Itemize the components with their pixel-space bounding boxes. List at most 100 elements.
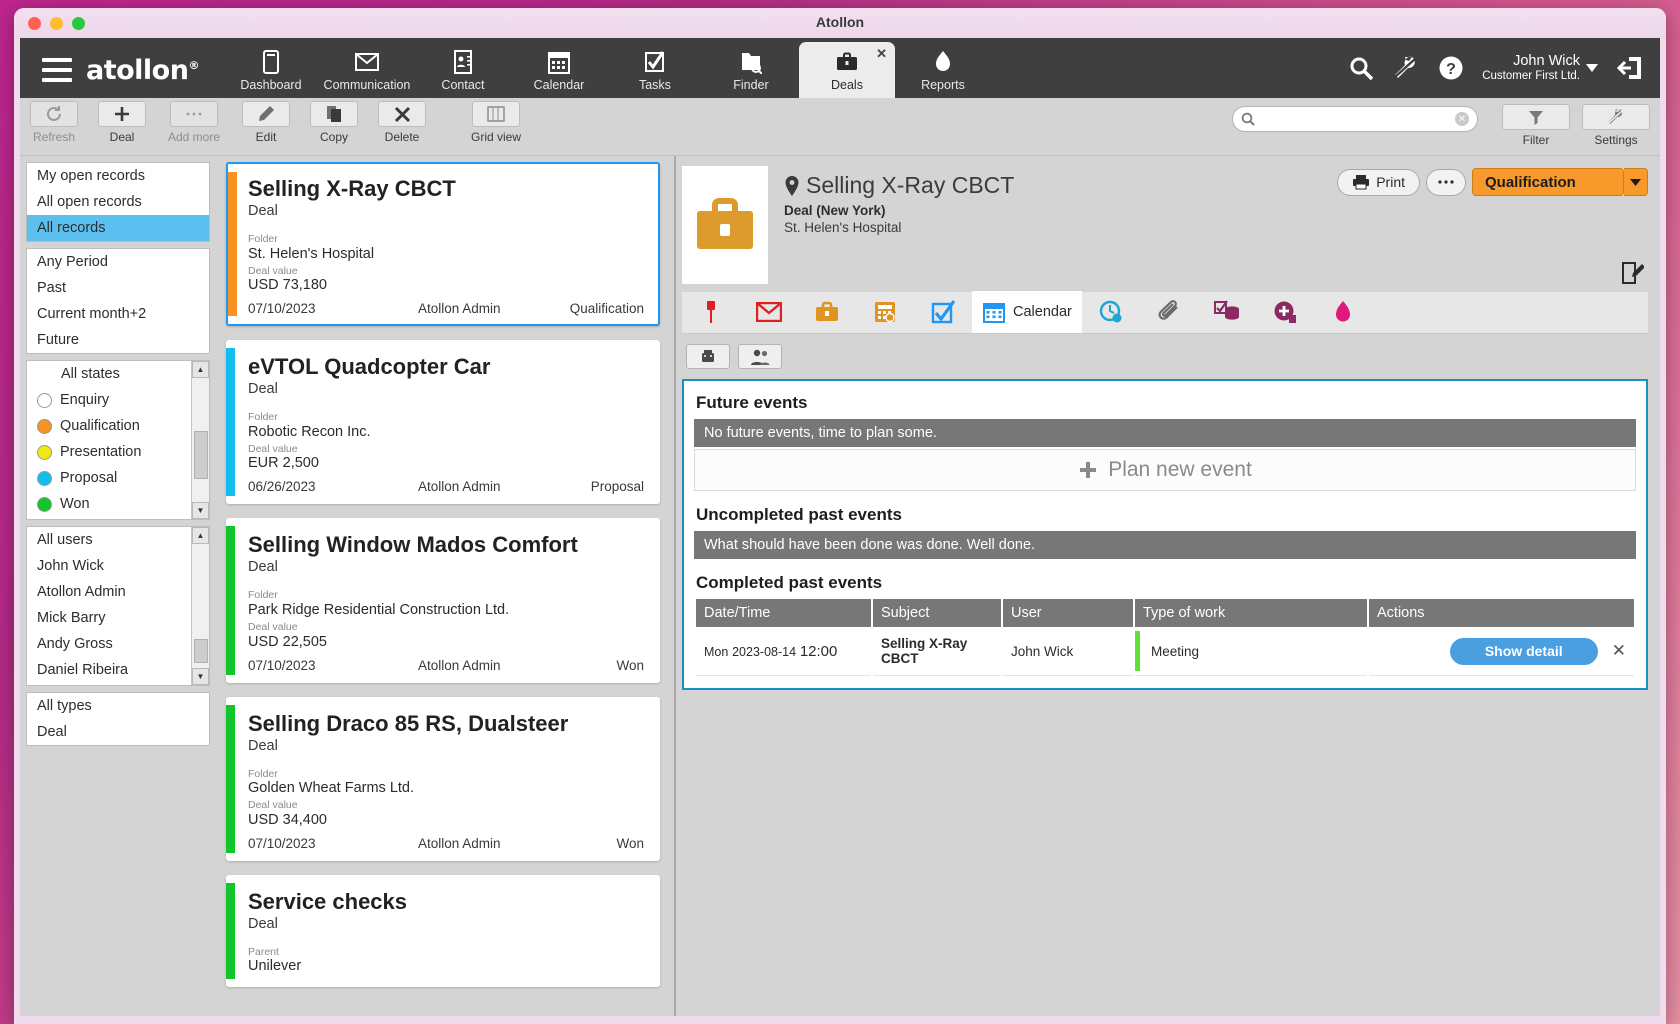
add-deal-button[interactable]: Deal [88, 98, 156, 144]
wrench-icon[interactable] [1392, 55, 1420, 81]
nav-tab-communication[interactable]: Communication [319, 40, 415, 98]
more-actions-button[interactable] [1426, 168, 1466, 196]
deal-card[interactable]: Selling X-Ray CBCT Deal Folder St. Helen… [226, 162, 660, 327]
nav-tab-dashboard[interactable]: Dashboard [223, 40, 319, 98]
scroll-down-arrow-icon[interactable]: ▼ [192, 502, 209, 519]
tab-attachments[interactable] [1140, 291, 1198, 333]
tab-notes[interactable] [682, 291, 740, 333]
column-header-type-of-work[interactable]: Type of work [1135, 599, 1367, 627]
deal-folder-label: Folder [248, 589, 278, 602]
app-logo: atollon® [86, 55, 199, 86]
nav-tab-calendar[interactable]: Calendar [511, 40, 607, 98]
clear-search-icon[interactable]: ✕ [1455, 112, 1469, 126]
nav-tab-reports[interactable]: Reports [895, 40, 991, 98]
filter-button[interactable]: Filter [1502, 101, 1570, 147]
edit-button[interactable]: Edit [232, 98, 300, 144]
table-row[interactable]: Mon 2023-08-14 12:00 Selling X-Ray CBCT … [696, 627, 1634, 676]
plan-new-event-button[interactable]: Plan new event [694, 449, 1636, 491]
column-header-subject[interactable]: Subject [873, 599, 1001, 627]
tab-invoicing[interactable] [856, 291, 914, 333]
sidebar-item-andy-gross[interactable]: Andy Gross [27, 631, 191, 657]
user-list-scrollbar[interactable]: ▲ ▼ [191, 527, 209, 685]
scrollbar-thumb[interactable] [194, 431, 208, 479]
remove-event-icon[interactable]: ✕ [1598, 641, 1626, 661]
user-name: John Wick [1513, 53, 1580, 70]
delete-button[interactable]: Delete [368, 98, 436, 144]
sidebar-item-atollon-admin[interactable]: Atollon Admin [27, 579, 191, 605]
tab-mail[interactable] [740, 291, 798, 333]
nav-tab-deals[interactable]: ✕ Deals [798, 42, 895, 98]
sidebar-item-won[interactable]: Won [27, 491, 191, 517]
sidebar-item-mick-barry[interactable]: Mick Barry [27, 605, 191, 631]
deal-card[interactable]: Service checks Deal Parent Unilever [226, 874, 660, 988]
deal-card[interactable]: Selling Window Mados Comfort Deal Folder… [226, 518, 660, 683]
refresh-button[interactable]: Refresh [20, 98, 88, 144]
deal-value-label: Deal value [248, 799, 298, 812]
column-header-actions[interactable]: Actions [1369, 599, 1634, 627]
help-icon[interactable]: ? [1438, 55, 1464, 81]
nav-tab-contact[interactable]: Contact [415, 40, 511, 98]
sidebar-item-all-records[interactable]: All records [27, 215, 209, 241]
sidebar-item-deal[interactable]: Deal [27, 719, 209, 745]
sidebar-item-all-open-records[interactable]: All open records [27, 189, 209, 215]
nav-tab-tasks[interactable]: Tasks [607, 40, 703, 98]
wrench-icon [1582, 104, 1650, 130]
tab-reports[interactable] [1198, 291, 1256, 333]
scrollbar-thumb[interactable] [194, 639, 208, 663]
sidebar-item-current-month-plus-2[interactable]: Current month+2 [27, 301, 209, 327]
tab-time-tracking[interactable] [1082, 291, 1140, 333]
tab-activity[interactable] [1314, 291, 1372, 333]
sidebar-item-presentation[interactable]: Presentation [27, 439, 191, 465]
attachment-icon [1157, 300, 1181, 324]
column-header-datetime[interactable]: Date/Time [696, 599, 871, 627]
deal-state-stripe [226, 348, 235, 497]
deal-card-list[interactable]: Selling X-Ray CBCT Deal Folder St. Helen… [216, 156, 676, 1016]
tab-add-record[interactable] [1256, 291, 1314, 333]
sidebar-item-enquiry[interactable]: Enquiry [27, 387, 191, 413]
deal-state: Qualification [569, 301, 644, 317]
copy-button[interactable]: Copy [300, 98, 368, 144]
add-more-button[interactable]: Add more [156, 98, 232, 144]
user-menu[interactable]: John Wick Customer First Ltd. [1482, 53, 1598, 83]
future-events-empty-message: No future events, time to plan some. [694, 419, 1636, 447]
deal-card[interactable]: Selling Draco 85 RS, Dualsteer Deal Fold… [226, 696, 660, 861]
scroll-down-arrow-icon[interactable]: ▼ [192, 668, 209, 685]
location-pin-icon [784, 175, 800, 196]
people-icon[interactable] [738, 344, 782, 369]
sidebar-item-john-wick[interactable]: John Wick [27, 553, 191, 579]
sidebar-item-future[interactable]: Future [27, 327, 209, 353]
sidebar-item-all-users[interactable]: All users [27, 527, 191, 553]
grid-view-button[interactable]: Grid view [458, 98, 534, 144]
sidebar-item-all-states[interactable]: All states [27, 361, 191, 387]
flame-icon [1332, 300, 1354, 324]
tab-deals[interactable] [798, 291, 856, 333]
search-input[interactable] [1261, 112, 1449, 126]
tab-tasks[interactable] [914, 291, 972, 333]
toolbar-search-box[interactable]: ✕ [1232, 106, 1478, 132]
status-dropdown-button[interactable] [1624, 168, 1648, 196]
status-badge[interactable]: Qualification [1472, 168, 1624, 196]
phone-icon[interactable] [686, 344, 730, 369]
nav-tab-finder[interactable]: Finder [703, 40, 799, 98]
close-tab-icon[interactable]: ✕ [876, 46, 887, 62]
tab-calendar[interactable]: Calendar [972, 291, 1082, 333]
sidebar-item-any-period[interactable]: Any Period [27, 249, 209, 275]
column-header-user[interactable]: User [1003, 599, 1133, 627]
sidebar-item-past[interactable]: Past [27, 275, 209, 301]
edit-document-icon[interactable] [1622, 262, 1644, 284]
scroll-up-arrow-icon[interactable]: ▲ [192, 527, 209, 544]
state-list-scrollbar[interactable]: ▲ ▼ [191, 361, 209, 519]
logout-icon[interactable] [1616, 55, 1644, 81]
show-detail-button[interactable]: Show detail [1449, 637, 1598, 665]
settings-button[interactable]: Settings [1582, 101, 1650, 147]
search-icon[interactable] [1348, 55, 1374, 81]
sidebar-item-daniel-ribeira[interactable]: Daniel Ribeira [27, 657, 191, 683]
sidebar-item-my-open-records[interactable]: My open records [27, 163, 209, 189]
sidebar-item-proposal[interactable]: Proposal [27, 465, 191, 491]
deal-card[interactable]: eVTOL Quadcopter Car Deal Folder Robotic… [226, 340, 660, 505]
menu-icon[interactable] [42, 58, 72, 82]
sidebar-item-qualification[interactable]: Qualification [27, 413, 191, 439]
print-button[interactable]: Print [1337, 168, 1420, 196]
sidebar-item-all-types[interactable]: All types [27, 693, 209, 719]
scroll-up-arrow-icon[interactable]: ▲ [192, 361, 209, 378]
